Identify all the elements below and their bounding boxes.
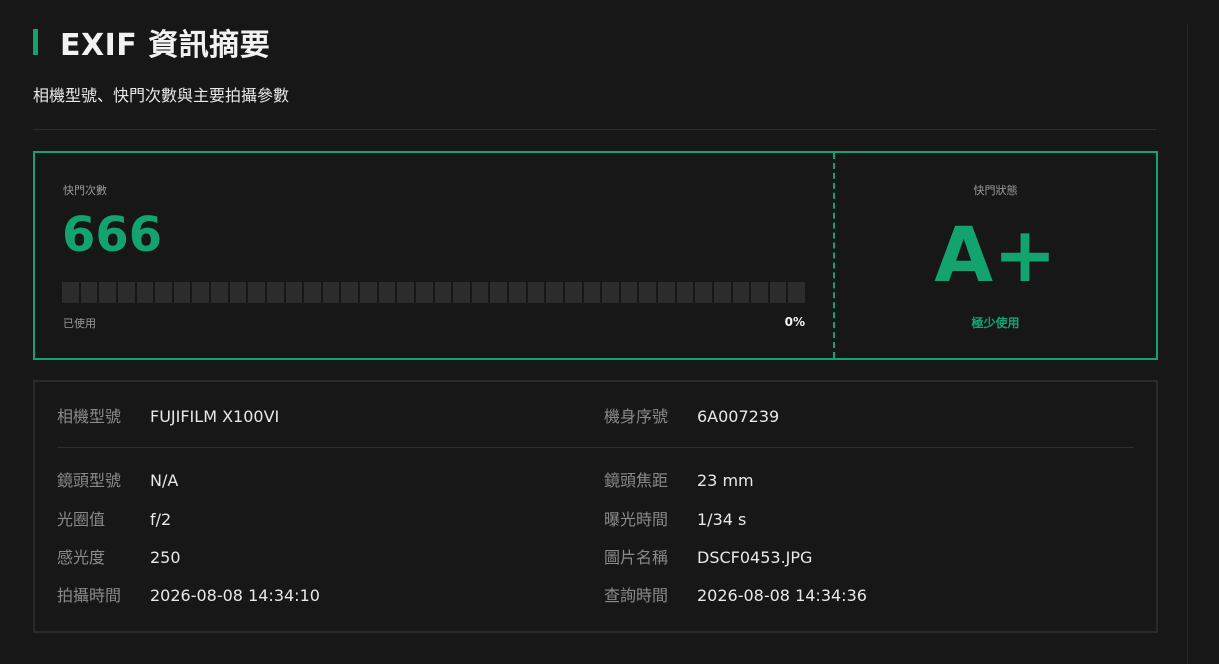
usage-progress-segment — [266, 282, 284, 303]
serial-value: 6A007239 — [697, 407, 780, 426]
usage-progress-segment — [434, 282, 452, 303]
used-label: 已使用 — [63, 317, 96, 330]
lens-model-label: 鏡頭型號 — [57, 471, 122, 490]
shutter-card: 快門次數 666 已使用 0% 快門狀態 A+ 極少使用 — [33, 151, 1158, 360]
exif-row: 拍攝時間 2026-08-08 14:34:10 查詢時間 2026-08-08… — [35, 584, 1156, 608]
header-divider — [33, 129, 1156, 130]
usage-progress-segment — [80, 282, 98, 303]
usage-progress-segment — [564, 282, 582, 303]
usage-progress-segment — [285, 282, 303, 303]
exif-divider — [57, 447, 1134, 448]
usage-progress-segment — [639, 282, 656, 303]
usage-progress-segment — [658, 282, 675, 303]
usage-progress-segment — [248, 282, 265, 303]
queried-at-value: 2026-08-08 14:34:36 — [697, 586, 867, 605]
exif-row: 鏡頭型號 N/A 鏡頭焦距 23 mm — [35, 469, 1156, 493]
usage-progress-segment — [546, 282, 563, 303]
shutter-count-label: 快門次數 — [63, 184, 107, 197]
shutter-count-value: 666 — [62, 207, 163, 263]
usage-progress-segment — [732, 282, 750, 303]
usage-progress-segment — [322, 282, 340, 303]
usage-progress-segment — [788, 282, 805, 303]
filename-value: DSCF0453.JPG — [697, 548, 813, 567]
shutter-count-panel: 快門次數 666 已使用 0% — [35, 153, 835, 358]
exif-row: 相機型號 FUJIFILM X100VI 機身序號 6A007239 — [35, 405, 1156, 429]
focal-length-label: 鏡頭焦距 — [604, 471, 669, 490]
exposure-value: 1/34 s — [697, 510, 747, 529]
section-header: EXIF 資訊摘要 相機型號、快門次數與主要拍攝參數 — [33, 24, 1156, 106]
usage-progress-segment — [229, 282, 247, 303]
usage-progress-segment — [378, 282, 396, 303]
usage-progress-segment — [695, 282, 712, 303]
usage-progress-segment — [453, 282, 470, 303]
usage-progress-segment — [360, 282, 377, 303]
usage-progress-segment — [583, 282, 601, 303]
usage-progress-segment — [117, 282, 135, 303]
focal-length-value: 23 mm — [697, 471, 754, 490]
usage-progress-segment — [751, 282, 768, 303]
shutter-status-panel: 快門狀態 A+ 極少使用 — [835, 153, 1156, 358]
usage-progress-segment — [602, 282, 619, 303]
usage-progress-segment — [509, 282, 526, 303]
usage-progress-segment — [620, 282, 638, 303]
usage-progress-segment — [304, 282, 321, 303]
usage-progress-segment — [471, 282, 489, 303]
exif-summary-page: EXIF 資訊摘要 相機型號、快門次數與主要拍攝參數 快門次數 666 已使用 … — [0, 0, 1219, 664]
shutter-status-note: 極少使用 — [971, 316, 1020, 330]
title-row: EXIF 資訊摘要 — [33, 24, 1156, 63]
usage-progress-segment — [211, 282, 228, 303]
usage-progress-segment — [173, 282, 191, 303]
exif-row: 光圈值 f/2 曝光時間 1/34 s — [35, 508, 1156, 532]
usage-progress-segment — [99, 282, 116, 303]
camera-model-value: FUJIFILM X100VI — [150, 407, 280, 426]
page-title: EXIF 資訊摘要 — [60, 28, 271, 63]
lens-model-value: N/A — [150, 471, 179, 490]
page-subtitle: 相機型號、快門次數與主要拍攝參數 — [33, 86, 290, 105]
usage-progress-segment — [527, 282, 545, 303]
exif-row: 感光度 250 圖片名稱 DSCF0453.JPG — [35, 546, 1156, 570]
iso-value: 250 — [150, 548, 181, 567]
title-accent-bar — [33, 29, 38, 55]
shutter-status-grade: A+ — [934, 210, 1057, 299]
usage-progress-segment — [676, 282, 694, 303]
aperture-label: 光圈值 — [57, 510, 106, 529]
camera-model-label: 相機型號 — [57, 407, 122, 426]
usage-progress-segment — [490, 282, 507, 303]
usage-progress-segment — [415, 282, 433, 303]
taken-at-label: 拍攝時間 — [57, 586, 122, 605]
usage-progress-segment — [62, 282, 79, 303]
exposure-label: 曝光時間 — [604, 510, 669, 529]
usage-progress-segment — [713, 282, 731, 303]
usage-progress-segment — [155, 282, 172, 303]
usage-progress-segment — [769, 282, 787, 303]
filename-label: 圖片名稱 — [604, 548, 669, 567]
used-percent: 0% — [784, 315, 805, 329]
shutter-status-label: 快門狀態 — [973, 184, 1018, 197]
usage-progress-segment — [397, 282, 414, 303]
usage-progress-segment — [192, 282, 209, 303]
queried-at-label: 查詢時間 — [604, 586, 669, 605]
usage-progress-bar — [62, 282, 805, 303]
exif-details-card: 相機型號 FUJIFILM X100VI 機身序號 6A007239 鏡頭型號 … — [33, 380, 1158, 633]
iso-label: 感光度 — [57, 548, 106, 567]
scroll-track — [1187, 24, 1188, 664]
aperture-value: f/2 — [150, 510, 172, 529]
usage-progress-segment — [136, 282, 154, 303]
usage-progress-segment — [341, 282, 358, 303]
serial-label: 機身序號 — [604, 407, 669, 426]
taken-at-value: 2026-08-08 14:34:10 — [150, 586, 320, 605]
